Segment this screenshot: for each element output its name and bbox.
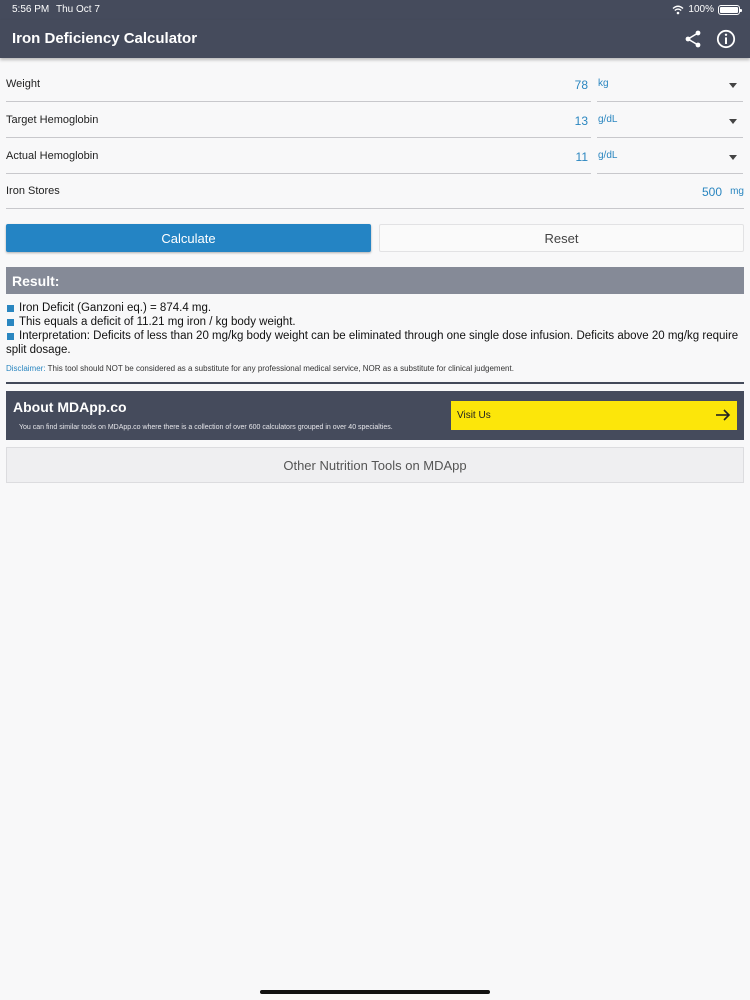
result-list: Iron Deficit (Ganzoni eq.) = 874.4 mg. T…	[6, 301, 744, 357]
list-item: Interpretation: Deficits of less than 20…	[6, 329, 744, 357]
about-panel: About MDApp.co You can find similar tool…	[6, 391, 744, 440]
weight-unit-select[interactable]: kg	[597, 66, 743, 102]
actual-hemoglobin-unit-select[interactable]: g/dL	[597, 138, 743, 174]
calculate-button[interactable]: Calculate	[6, 224, 371, 252]
target-hemoglobin-input[interactable]: 13	[575, 114, 588, 128]
share-icon[interactable]	[683, 29, 703, 49]
home-indicator[interactable]	[260, 990, 490, 994]
bullet-icon	[7, 319, 14, 326]
info-icon[interactable]	[716, 29, 736, 49]
disclaimer-text: This tool should NOT be considered as a …	[45, 364, 514, 373]
field-iron-stores: Iron Stores 500 mg	[6, 173, 744, 209]
wifi-icon	[672, 5, 684, 14]
result-header: Result:	[6, 267, 744, 294]
bullet-icon	[7, 305, 14, 312]
list-item: This equals a deficit of 11.21 mg iron /…	[6, 315, 744, 329]
battery-percent: 100%	[688, 4, 714, 15]
field-label-iron-stores: Iron Stores	[6, 185, 60, 197]
field-label-target-hemoglobin: Target Hemoglobin	[6, 114, 99, 126]
disclaimer: Disclaimer: This tool should NOT be cons…	[6, 364, 744, 373]
status-bar: 5:56 PM Thu Oct 7 100%	[0, 0, 750, 20]
list-item: Iron Deficit (Ganzoni eq.) = 874.4 mg.	[6, 301, 744, 315]
page-title: Iron Deficiency Calculator	[12, 30, 198, 47]
other-nutrition-tools-button[interactable]: Other Nutrition Tools on MDApp	[6, 447, 744, 483]
result-iron-deficit: Iron Deficit (Ganzoni eq.) = 874.4 mg.	[19, 302, 212, 314]
target-hemoglobin-unit-select[interactable]: g/dL	[597, 102, 743, 138]
arrow-right-icon	[716, 409, 731, 421]
reset-button[interactable]: Reset	[379, 224, 744, 252]
visit-us-label: Visit Us	[457, 410, 491, 421]
divider	[6, 208, 744, 209]
weight-input[interactable]: 78	[575, 78, 588, 92]
chevron-down-icon	[729, 83, 737, 88]
field-weight: Weight 78	[6, 66, 591, 102]
target-hemoglobin-unit: g/dL	[598, 114, 618, 125]
about-text: You can find similar tools on MDApp.co w…	[19, 424, 393, 431]
result-deficit-per-kg: This equals a deficit of 11.21 mg iron /…	[19, 316, 296, 328]
field-label-actual-hemoglobin: Actual Hemoglobin	[6, 150, 99, 162]
weight-unit: kg	[598, 78, 609, 89]
status-time: 5:56 PM	[12, 4, 50, 15]
section-divider	[6, 382, 744, 384]
nav-bar: Iron Deficiency Calculator	[0, 20, 750, 58]
chevron-down-icon	[729, 119, 737, 124]
field-label-weight: Weight	[6, 78, 41, 90]
about-title: About MDApp.co	[13, 399, 127, 415]
battery-icon	[718, 4, 742, 15]
disclaimer-label: Disclaimer:	[6, 364, 46, 373]
field-actual-hemoglobin: Actual Hemoglobin 11	[6, 138, 591, 174]
status-date: Thu Oct 7	[56, 4, 100, 15]
chevron-down-icon	[729, 155, 737, 160]
actual-hemoglobin-input[interactable]: 11	[576, 150, 588, 164]
visit-us-button[interactable]: Visit Us	[451, 401, 737, 430]
bullet-icon	[7, 333, 14, 340]
iron-stores-unit: mg	[730, 186, 744, 197]
result-interpretation: Interpretation: Deficits of less than 20…	[6, 330, 739, 356]
iron-stores-input[interactable]: 500	[702, 185, 722, 199]
status-right: 100%	[672, 4, 742, 15]
field-target-hemoglobin: Target Hemoglobin 13	[6, 102, 591, 138]
actual-hemoglobin-unit: g/dL	[598, 150, 618, 161]
